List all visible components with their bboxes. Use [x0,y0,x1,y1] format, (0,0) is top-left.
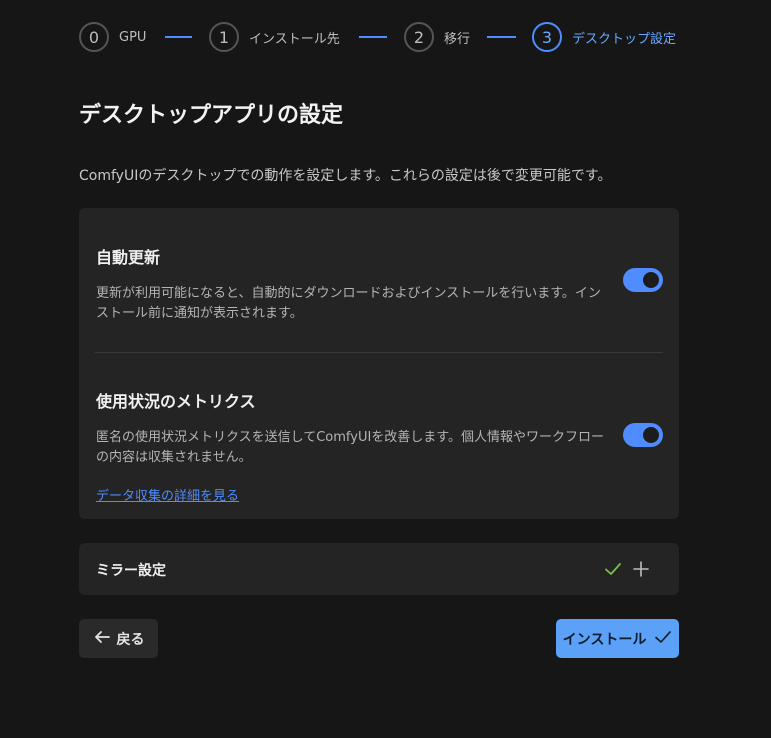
step-number: 3 [532,22,562,52]
auto-update-title: 自動更新 [96,248,161,267]
mirror-settings-panel[interactable]: ミラー設定 [79,543,679,595]
metrics-toggle[interactable] [623,423,663,447]
toggle-knob [643,272,659,288]
page-title: デスクトップアプリの設定 [79,103,344,128]
step-migration: 2 移行 [404,20,470,54]
check-icon [654,628,672,650]
arrow-left-icon [93,628,111,650]
auto-update-toggle[interactable] [623,268,663,292]
mirror-settings-label: ミラー設定 [96,563,166,579]
step-connector [359,36,387,38]
back-button[interactable]: 戻る [79,619,158,658]
metrics-description: 匿名の使用状況メトリクスを送信してComfyUIを改善します。個人情報やワークフ… [96,430,605,465]
page-subtitle: ComfyUIのデスクトップでの動作を設定します。これらの設定は後で変更可能です… [79,168,612,184]
step-label: デスクトップ設定 [572,31,677,47]
step-gpu: 0 GPU [79,20,146,54]
stepper: 0 GPU 1 インストール先 2 移行 3 デスクトップ設定 [79,20,679,54]
data-collection-link[interactable]: データ収集の詳細を見る [96,485,239,504]
back-button-label: 戻る [116,631,145,648]
toggle-knob [643,427,659,443]
plus-icon[interactable] [631,559,651,583]
check-icon [603,559,623,583]
step-label: GPU [119,29,147,45]
metrics-title: 使用状況のメトリクス [96,392,256,411]
step-number: 0 [79,22,109,52]
step-label: インストール先 [249,31,340,47]
step-install-location: 1 インストール先 [209,20,340,54]
auto-update-description: 更新が利用可能になると、自動的にダウンロードおよびインストールを行います。インス… [96,286,601,321]
settings-card: 自動更新 更新が利用可能になると、自動的にダウンロードおよびインストールを行いま… [79,208,679,519]
install-button[interactable]: インストール [556,619,679,658]
divider [95,352,663,353]
step-number: 1 [209,22,239,52]
install-button-label: インストール [562,631,647,648]
step-label: 移行 [444,31,471,47]
step-number: 2 [404,22,434,52]
step-desktop-settings: 3 デスクトップ設定 [532,20,676,54]
step-connector [165,36,192,38]
step-connector [487,36,516,38]
